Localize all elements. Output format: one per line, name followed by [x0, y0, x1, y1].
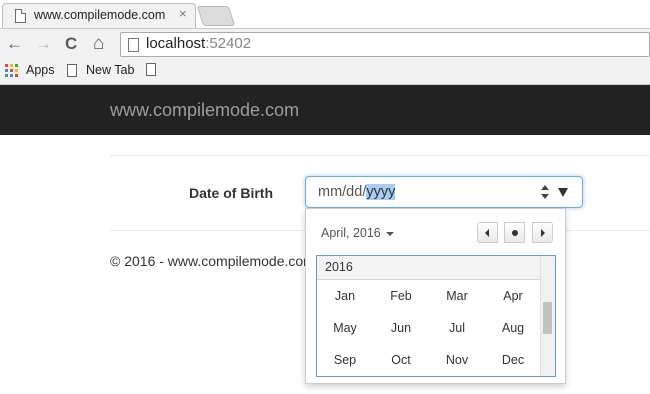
today-button[interactable] [504, 222, 525, 243]
next-month-button[interactable] [532, 222, 553, 243]
date-of-birth-label: Date of Birth [189, 185, 273, 201]
month-cell[interactable]: Nov [429, 353, 485, 367]
month-cell[interactable]: Apr [485, 289, 541, 303]
apps-dot [15, 68, 18, 72]
month-row: Jan Feb Mar Apr [317, 280, 541, 312]
navbar-brand[interactable]: www.compilemode.com [110, 100, 299, 121]
home-icon[interactable]: ⌂ [93, 33, 104, 55]
chevron-left-icon [485, 229, 489, 237]
month-cell[interactable]: Sep [317, 353, 373, 367]
tab-title: www.compilemode.com - [34, 8, 168, 22]
apps-dot [5, 63, 8, 67]
back-arrow-icon[interactable]: ← [6, 33, 23, 55]
scrollbar-thumb[interactable] [543, 302, 552, 334]
month-cell[interactable]: Jan [317, 289, 373, 303]
month-cell[interactable]: May [317, 321, 373, 335]
bookmark-apps[interactable]: Apps [5, 63, 55, 77]
months-list: Jan Feb Mar Apr May Jun Jul Aug Sep Oct … [317, 280, 541, 376]
date-input-value[interactable]: mm/dd/yyyy [318, 184, 396, 200]
footer-copyright: © 2016 - www.compilemode.com [110, 253, 315, 269]
datepicker-popup: April, 2016 2016 Jan Feb Mar Apr May Jun… [305, 208, 566, 384]
apps-dot [15, 73, 18, 77]
page-icon [67, 63, 77, 77]
bookmark-new-tab-label: New Tab [86, 63, 135, 77]
bookmark-apps-label: Apps [26, 63, 55, 77]
divider [110, 155, 650, 156]
reload-icon[interactable]: C [65, 33, 77, 55]
calendar-dropdown-icon[interactable] [558, 188, 568, 197]
page-icon [146, 63, 156, 76]
browser-tab[interactable]: www.compilemode.com - × [2, 3, 196, 28]
month-cell[interactable]: Aug [485, 321, 541, 335]
browser-tab-strip: www.compilemode.com - × [0, 0, 650, 28]
spin-down-icon[interactable] [541, 194, 549, 199]
apps-dot [10, 73, 13, 77]
caret-down-icon [385, 231, 394, 236]
address-bar[interactable]: localhost:52402 [120, 32, 650, 57]
apps-dot [10, 68, 13, 72]
month-cell[interactable]: Jul [429, 321, 485, 335]
page-favicon-icon [15, 9, 26, 23]
month-cell[interactable]: Dec [485, 353, 541, 367]
month-year-selector[interactable]: April, 2016 [321, 226, 394, 240]
month-cell[interactable]: Oct [373, 353, 429, 367]
date-spinner[interactable] [540, 183, 550, 201]
new-tab-button[interactable] [196, 6, 236, 26]
site-navbar: www.compilemode.com [0, 85, 650, 135]
bookmark-new-tab[interactable]: New Tab [67, 63, 134, 77]
forward-arrow-icon[interactable]: → [35, 33, 52, 55]
apps-dot [10, 63, 13, 67]
month-row: May Jun Jul Aug [317, 312, 541, 344]
bookmarks-bar: Apps New Tab [0, 60, 650, 85]
chevron-right-icon [541, 229, 545, 237]
url-text: localhost:52402 [146, 35, 252, 52]
month-grid: 2016 Jan Feb Mar Apr May Jun Jul Aug Sep… [316, 255, 556, 377]
tab-close-icon[interactable]: × [179, 6, 187, 21]
apps-dot [5, 73, 8, 77]
apps-dot [5, 68, 8, 72]
month-cell[interactable]: Feb [373, 289, 429, 303]
apps-dot [15, 63, 18, 67]
previous-month-button[interactable] [477, 222, 498, 243]
spin-up-icon[interactable] [541, 185, 549, 190]
month-cell[interactable]: Mar [429, 289, 485, 303]
browser-toolbar: ← → C ⌂ localhost:52402 [0, 28, 650, 60]
month-cell[interactable]: Jun [373, 321, 429, 335]
date-of-birth-input[interactable]: mm/dd/yyyy [305, 176, 583, 208]
month-grid-scrollbar[interactable] [540, 256, 555, 376]
bookmark-page[interactable] [146, 63, 165, 76]
apps-grid-icon [5, 63, 18, 77]
page-icon [128, 38, 139, 52]
year-header[interactable]: 2016 [317, 256, 541, 280]
dot-icon [512, 230, 518, 236]
month-row: Sep Oct Nov Dec [317, 344, 541, 376]
